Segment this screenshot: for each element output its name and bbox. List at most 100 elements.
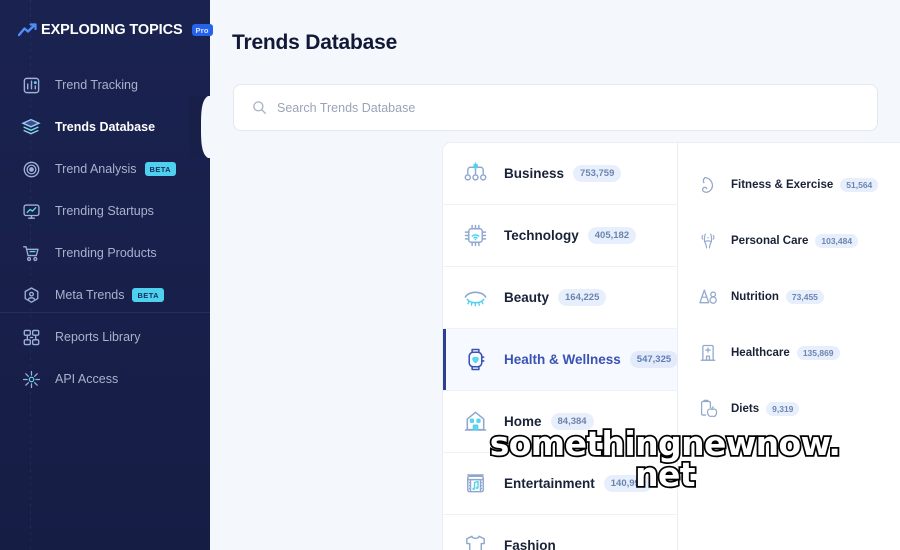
- sidebar-item-trend-tracking[interactable]: Trend Tracking: [0, 64, 210, 106]
- category-item-beauty[interactable]: Beauty 164,225: [443, 267, 677, 329]
- sidebar-active-notch: [189, 96, 211, 158]
- category-item-home[interactable]: Home 84,384: [443, 391, 677, 453]
- sidebar-label: Trending Products: [55, 246, 157, 260]
- app-root: EXPLODING TOPICS Pro Trend Tracking Tren…: [0, 0, 900, 550]
- sidebar-label: Trend Analysis: [55, 162, 137, 176]
- subcategory-text: Personal Care 103,484: [731, 233, 859, 249]
- category-label: Business: [504, 166, 565, 181]
- main-content: Trends Database Search Trends Database B…: [210, 0, 900, 550]
- sidebar-label: Reports Library: [55, 330, 141, 344]
- category-count: 753,759: [573, 165, 622, 182]
- search-input[interactable]: Search Trends Database: [233, 84, 878, 131]
- subcategory-text: Healthcare 135,869: [731, 345, 840, 361]
- smartwatch-heart-icon: [460, 345, 490, 375]
- subcategory-item-personal-care[interactable]: Personal Care 103,484: [678, 213, 883, 269]
- server-stack-icon: [20, 326, 42, 348]
- category-label: Beauty: [504, 290, 550, 305]
- subcategory-label: Personal Care: [731, 234, 809, 247]
- page-title: Trends Database: [232, 31, 398, 54]
- subcategory-text: Diets 9,319: [731, 401, 800, 417]
- subcategory-count: 135,869: [796, 345, 840, 361]
- subcategory-label: Fitness & Exercise: [731, 178, 834, 191]
- target-circle-icon: [20, 158, 42, 180]
- hospital-icon: [696, 341, 720, 365]
- flex-arm-icon: [696, 173, 720, 197]
- shopping-cart-icon: [20, 242, 42, 264]
- category-item-technology[interactable]: Technology 405,182: [443, 205, 677, 267]
- shirt-icon: [460, 531, 490, 550]
- beta-badge: BETA: [144, 162, 176, 176]
- film-music-icon: [460, 469, 490, 499]
- monitor-trend-icon: [20, 200, 42, 222]
- category-count: 84,384: [550, 413, 594, 430]
- subcategory-item-healthcare[interactable]: Healthcare 135,869: [678, 325, 883, 381]
- subcategory-item-nutrition[interactable]: Nutrition 73,455: [678, 269, 883, 325]
- category-label: Fashion: [504, 538, 556, 550]
- category-item-business[interactable]: Business 753,759: [443, 143, 677, 205]
- category-label: Health & Wellness: [504, 352, 621, 367]
- category-item-fashion[interactable]: Fashion: [443, 515, 677, 550]
- apple-clipboard-icon: [696, 397, 720, 421]
- category-label: Entertainment: [504, 476, 595, 491]
- sidebar-label: Meta Trends: [55, 288, 125, 302]
- category-browser: Business 753,759 Technology 405,182 Beau…: [442, 142, 900, 550]
- nutrition-scale-icon: [696, 285, 720, 309]
- house-icon: [460, 407, 490, 437]
- sidebar-label: Trend Tracking: [55, 78, 138, 92]
- category-count: 405,182: [587, 227, 637, 244]
- trend-arrow-icon: [18, 23, 37, 37]
- sidebar-item-trending-products[interactable]: Trending Products: [0, 232, 210, 274]
- chip-wifi-icon: [460, 221, 490, 251]
- brand-logo[interactable]: EXPLODING TOPICS Pro: [18, 22, 213, 38]
- layers-icon: [20, 116, 42, 138]
- sidebar-item-reports-library[interactable]: Reports Library: [0, 316, 210, 358]
- subcategory-text: Fitness & Exercise 51,564: [731, 177, 879, 193]
- sidebar: EXPLODING TOPICS Pro Trend Tracking Tren…: [0, 0, 213, 550]
- subcategory-label: Diets: [731, 402, 760, 415]
- subcategory-label: Healthcare: [731, 346, 790, 359]
- subcategory-item-mental-health[interactable]: Mental Health 29,093: [883, 325, 900, 381]
- category-column: Business 753,759 Technology 405,182 Beau…: [442, 142, 677, 550]
- subcategory-item-vitamins-supplements[interactable]: Vitamins & Supplements 67,584: [883, 213, 900, 269]
- sidebar-item-api-access[interactable]: API Access: [0, 358, 210, 400]
- subcategory-grid: Fitness & Exercise 51,564 Sleep: [678, 143, 900, 437]
- sidebar-label: API Access: [55, 372, 119, 386]
- chart-bar-icon: [20, 74, 42, 96]
- subcategory-item-sleep[interactable]: Sleep 13,243: [883, 157, 900, 213]
- subcategory-column: Fitness & Exercise 51,564 Sleep: [677, 142, 900, 550]
- subcategory-count: 103,484: [815, 233, 859, 249]
- subcategory-text: Nutrition 73,455: [731, 289, 824, 305]
- beta-badge: BETA: [132, 288, 164, 302]
- subcategory-count: 51,564: [840, 177, 879, 193]
- sidebar-label: Trends Database: [55, 120, 156, 134]
- dollar-network-icon: [460, 159, 490, 189]
- category-count: 140,999: [603, 475, 653, 492]
- subcategory-count: 9,319: [766, 401, 800, 417]
- subcategory-count: 73,455: [785, 289, 824, 305]
- eye-lash-icon: [460, 283, 490, 313]
- sidebar-label: Trending Startups: [55, 204, 154, 218]
- search-placeholder: Search Trends Database: [277, 100, 416, 115]
- category-label: Home: [504, 414, 542, 429]
- subcategory-item-fitness-exercise[interactable]: Fitness & Exercise 51,564: [678, 157, 883, 213]
- subcategory-item-diets[interactable]: Diets 9,319: [678, 381, 883, 437]
- hexagon-user-icon: [20, 284, 42, 306]
- sidebar-item-trends-database[interactable]: Trends Database: [0, 106, 210, 148]
- pro-badge: Pro: [191, 23, 213, 37]
- sidebar-item-meta-trends[interactable]: Meta Trends BETA: [0, 274, 210, 316]
- search-icon: [252, 100, 267, 115]
- category-count: 164,225: [558, 289, 607, 306]
- category-item-entertainment[interactable]: Entertainment 140,999: [443, 453, 677, 515]
- sidebar-nav: Trend Tracking Trends Database Trend Ana…: [0, 64, 210, 400]
- category-label: Technology: [504, 228, 579, 243]
- sidebar-item-trending-startups[interactable]: Trending Startups: [0, 190, 210, 232]
- sidebar-divider: [0, 312, 210, 313]
- brand-name: EXPLODING TOPICS: [41, 22, 183, 38]
- api-node-icon: [20, 368, 42, 390]
- category-count: 547,325: [629, 351, 677, 368]
- sidebar-item-trend-analysis[interactable]: Trend Analysis BETA: [0, 148, 210, 190]
- category-item-health-wellness[interactable]: Health & Wellness 547,325: [443, 329, 677, 391]
- subcategory-label: Nutrition: [731, 290, 779, 303]
- subcategory-item-pharma[interactable]: Pharma 63,714: [883, 269, 900, 325]
- body-care-icon: [696, 229, 720, 253]
